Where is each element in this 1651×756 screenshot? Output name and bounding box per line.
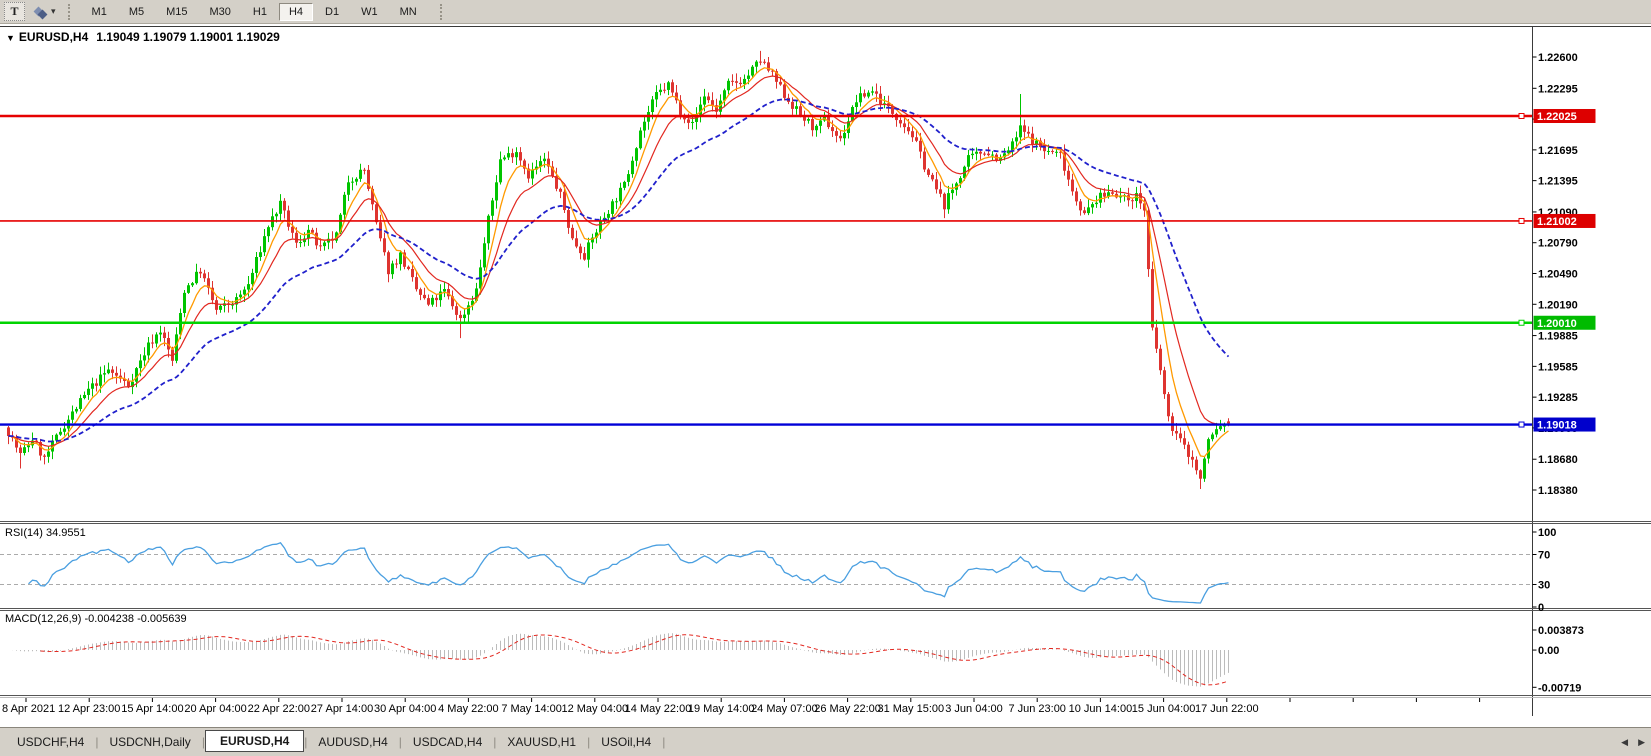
svg-text:1.21695: 1.21695 — [1538, 145, 1578, 157]
svg-text:1.22295: 1.22295 — [1538, 83, 1578, 95]
chart-symbol-label: EURUSD,H4 — [19, 30, 88, 44]
timeframe-button-m15[interactable]: M15 — [156, 3, 197, 21]
svg-text:14 May 22:00: 14 May 22:00 — [625, 703, 692, 715]
timeframe-button-h4[interactable]: H4 — [279, 3, 313, 21]
svg-text:0.003873: 0.003873 — [1538, 625, 1584, 637]
toolbar-grip — [68, 4, 73, 20]
macd-indicator-label: MACD(12,26,9) -0.004238 -0.005639 — [5, 613, 187, 625]
ma-lines — [9, 68, 1229, 457]
svg-text:27 Apr 14:00: 27 Apr 14:00 — [311, 703, 373, 715]
toolbar-grip — [440, 4, 445, 20]
svg-text:1.18680: 1.18680 — [1538, 454, 1578, 466]
timeframe-buttons: M1M5M15M30H1H4D1W1MN — [81, 3, 428, 21]
chart-title: ▼ EURUSD,H4 1.19049 1.19079 1.19001 1.1902… — [6, 30, 280, 44]
svg-text:1.21002: 1.21002 — [1537, 216, 1577, 228]
svg-text:1.19018: 1.19018 — [1537, 420, 1577, 432]
chart-mode-button[interactable]: T — [4, 2, 25, 21]
svg-text:20 Apr 04:00: 20 Apr 04:00 — [184, 703, 246, 715]
diamond-icon — [38, 10, 48, 20]
chart-tab-audusd-h4[interactable]: AUDUSD,H4 — [307, 732, 398, 752]
tab-separator: | — [662, 735, 665, 749]
svg-text:26 May 22:00: 26 May 22:00 — [814, 703, 881, 715]
svg-text:17 Jun 22:00: 17 Jun 22:00 — [1195, 703, 1259, 715]
svg-text:30: 30 — [1538, 580, 1550, 592]
rsi-indicator-label: RSI(14) 34.9551 — [5, 527, 86, 539]
svg-text:1.20790: 1.20790 — [1538, 238, 1578, 250]
svg-text:7 Jun 23:00: 7 Jun 23:00 — [1008, 703, 1066, 715]
svg-text:1.22600: 1.22600 — [1538, 52, 1578, 64]
rsi-axis: 100 70 30 0 — [1533, 527, 1557, 614]
collapse-triangle-icon[interactable]: ▼ — [6, 33, 15, 43]
svg-text:1.20010: 1.20010 — [1537, 318, 1577, 330]
chart-ohlc-values: 1.19049 1.19079 1.19001 1.19029 — [96, 30, 280, 44]
svg-text:12 May 04:00: 12 May 04:00 — [561, 703, 628, 715]
dropdown-caret-icon: ▾ — [51, 6, 56, 17]
timeframe-button-m5[interactable]: M5 — [119, 3, 154, 21]
toolbar: T ▾ M1M5M15M30H1H4D1W1MN — [0, 0, 1651, 24]
svg-text:1.20490: 1.20490 — [1538, 269, 1578, 281]
svg-text:1.19885: 1.19885 — [1538, 331, 1578, 343]
time-axis: 8 Apr 202112 Apr 23:0015 Apr 14:0020 Apr… — [2, 698, 1480, 715]
chart-tab-usdcad-h4[interactable]: USDCAD,H4 — [402, 732, 493, 752]
price-chart-svg: 1.226001.222951.219951.216951.213951.210… — [0, 0, 1651, 756]
timeframe-button-mn[interactable]: MN — [390, 3, 427, 21]
timeframe-button-m30[interactable]: M30 — [200, 3, 241, 21]
svg-text:12 Apr 23:00: 12 Apr 23:00 — [58, 703, 120, 715]
chart-tab-usoil-h4[interactable]: USOil,H4 — [590, 732, 662, 752]
svg-text:24 May 07:00: 24 May 07:00 — [751, 703, 818, 715]
macd-signal-line — [41, 635, 1229, 685]
tab-scroll-left-icon[interactable]: ◀ — [1621, 736, 1628, 748]
tab-scroll-right-icon[interactable]: ▶ — [1638, 736, 1645, 748]
svg-text:100: 100 — [1538, 527, 1556, 539]
svg-text:19 May 14:00: 19 May 14:00 — [688, 703, 755, 715]
svg-text:8 Apr 2021: 8 Apr 2021 — [2, 703, 55, 715]
horizontal-level-lines — [0, 113, 1532, 427]
svg-text:1.19585: 1.19585 — [1538, 361, 1578, 373]
svg-text:-0.00719: -0.00719 — [1538, 682, 1581, 694]
chart-tab-xauusd-h1[interactable]: XAUUSD,H1 — [496, 732, 587, 752]
timeframe-button-d1[interactable]: D1 — [315, 3, 349, 21]
mt4-window: T ▾ M1M5M15M30H1H4D1W1MN 1.22600 1.22295 1… — [0, 0, 1651, 756]
svg-text:1.20190: 1.20190 — [1538, 299, 1578, 311]
svg-text:31 May 15:00: 31 May 15:00 — [877, 703, 944, 715]
svg-text:10 Jun 14:00: 10 Jun 14:00 — [1069, 703, 1133, 715]
svg-text:30 Apr 04:00: 30 Apr 04:00 — [374, 703, 436, 715]
chart-tab-eurusd-h4[interactable]: EURUSD,H4 — [205, 730, 304, 752]
chart-tab-usdcnh-daily[interactable]: USDCNH,Daily — [98, 732, 201, 752]
svg-text:1.18380: 1.18380 — [1538, 485, 1578, 497]
svg-text:0.00: 0.00 — [1538, 645, 1559, 657]
macd-axis: 0.003873 0.00 -0.00719 — [1533, 625, 1584, 694]
rsi-levels — [0, 555, 1532, 585]
timeframe-button-w1[interactable]: W1 — [351, 3, 388, 21]
svg-text:70: 70 — [1538, 550, 1550, 562]
symbol-tabs: USDCHF,H4|USDCNH,Daily|EURUSD,H4|AUDUSD,… — [0, 727, 1651, 756]
timeframe-button-m1[interactable]: M1 — [82, 3, 117, 21]
svg-text:3 Jun 04:00: 3 Jun 04:00 — [945, 703, 1003, 715]
svg-text:1.22025: 1.22025 — [1537, 111, 1577, 123]
macd-histogram — [9, 633, 1229, 686]
svg-text:22 Apr 22:00: 22 Apr 22:00 — [248, 703, 310, 715]
chart-tab-usdchf-h4[interactable]: USDCHF,H4 — [6, 732, 95, 752]
svg-text:1.19285: 1.19285 — [1538, 392, 1578, 404]
rsi-line — [29, 543, 1229, 603]
chart-style-button[interactable]: ▾ — [35, 3, 56, 21]
svg-text:4 May 22:00: 4 May 22:00 — [438, 703, 499, 715]
svg-text:15 Apr 14:00: 15 Apr 14:00 — [121, 703, 183, 715]
svg-text:7 May 14:00: 7 May 14:00 — [501, 703, 562, 715]
svg-text:0: 0 — [1538, 602, 1544, 614]
svg-text:1.21395: 1.21395 — [1538, 176, 1578, 188]
svg-text:15 Jun 04:00: 15 Jun 04:00 — [1132, 703, 1196, 715]
timeframe-button-h1[interactable]: H1 — [243, 3, 277, 21]
